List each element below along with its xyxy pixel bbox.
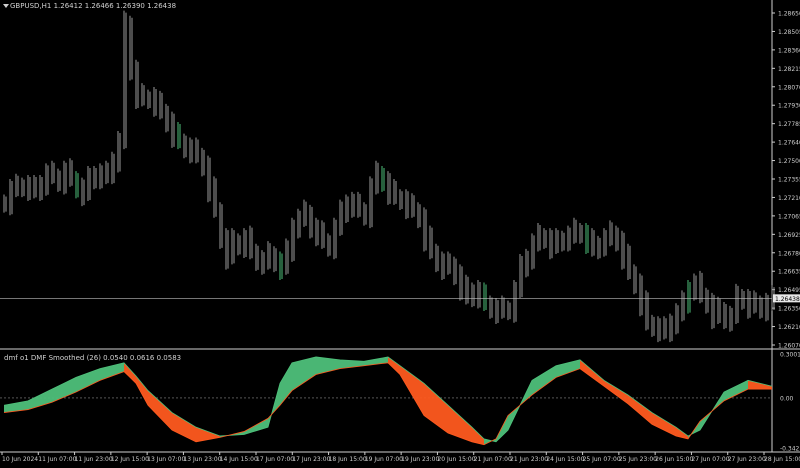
indicator-band bbox=[76, 368, 100, 393]
y-tick-label: 1.28505 bbox=[778, 29, 800, 36]
x-tick-label: 21 Jun 07:00 bbox=[474, 456, 512, 463]
chart-menu-icon[interactable] bbox=[3, 4, 9, 8]
x-tick-label: 27 Jun 07:00 bbox=[691, 456, 729, 463]
current-price-label: 1.26438 bbox=[775, 296, 800, 303]
x-tick-label: 27 Jun 23:00 bbox=[728, 456, 766, 463]
y-tick-label: 1.28360 bbox=[778, 47, 800, 54]
indicator-band bbox=[136, 375, 148, 406]
indicator-band bbox=[148, 390, 172, 431]
y-tick-label: 1.26350 bbox=[778, 306, 800, 313]
indicator-band bbox=[748, 380, 772, 390]
x-tick-label: 26 Jun 15:00 bbox=[655, 456, 693, 463]
indicator-lower-line bbox=[3, 362, 772, 446]
x-tick-label: 13 Jun 07:00 bbox=[147, 456, 185, 463]
indicator-band bbox=[52, 377, 76, 403]
chart-root: 1.28650 1.28505 1.28360 1.28215 1.28070 1.279… bbox=[0, 0, 800, 464]
y-tick-label: 1.27355 bbox=[778, 177, 800, 184]
x-tick-label: 12 Jun 15:00 bbox=[111, 456, 149, 463]
y-tick-label: 1.26925 bbox=[778, 232, 800, 239]
y-tick-label: 1.26780 bbox=[778, 250, 800, 257]
x-tick-label: 25 Jun 23:00 bbox=[619, 456, 657, 463]
x-tick-label: 18 Jun 15:00 bbox=[329, 456, 367, 463]
indicator-band bbox=[424, 383, 448, 434]
y-tick-label: 1.27065 bbox=[778, 213, 800, 220]
y-tick-label: 1.28650 bbox=[778, 11, 800, 18]
x-tick-label: 20 Jun 15:00 bbox=[437, 456, 475, 463]
x-tick-label: 25 Jun 07:00 bbox=[583, 456, 621, 463]
x-tick-label: 13 Jun 23:00 bbox=[183, 456, 221, 463]
indicator-band bbox=[172, 412, 196, 442]
x-tick-label: 11 Jun 23:00 bbox=[75, 456, 113, 463]
indicator-band bbox=[604, 380, 628, 404]
y-tick-label: 1.26495 bbox=[778, 287, 800, 294]
x-tick-label: 19 Jun 07:00 bbox=[365, 456, 403, 463]
indicator-band bbox=[280, 362, 292, 406]
x-tick-label: 24 Jun 15:00 bbox=[546, 456, 584, 463]
y-tick-label: 1.27640 bbox=[778, 140, 800, 147]
indicator-tick-label: -0.3423 bbox=[780, 446, 800, 453]
y-tick-label: 1.28070 bbox=[778, 84, 800, 91]
indicator-band bbox=[652, 412, 676, 436]
y-tick-label: 1.26635 bbox=[778, 269, 800, 276]
indicator-tick-label: 0.3001 bbox=[780, 352, 800, 359]
x-tick-label: 10 Jun 2024 bbox=[2, 456, 38, 463]
indicator-title: dmf o1 DMF Smoothed (26) 0.0540 0.0616 0… bbox=[4, 354, 182, 362]
indicator-band bbox=[400, 365, 424, 416]
x-tick-label: 11 Jun 07:00 bbox=[38, 456, 76, 463]
y-tick-label: 1.27930 bbox=[778, 103, 800, 110]
y-tick-label: 1.27785 bbox=[778, 121, 800, 128]
y-tick-label: 1.26070 bbox=[778, 343, 800, 350]
indicator-band bbox=[388, 356, 400, 375]
chart-title: GBPUSD,H1 1.26412 1.26466 1.26390 1.2643… bbox=[10, 2, 177, 10]
x-tick-label: 21 Jun 23:00 bbox=[510, 456, 548, 463]
y-tick-label: 1.27500 bbox=[778, 158, 800, 165]
x-tick-label: 19 Jun 23:00 bbox=[401, 456, 439, 463]
x-tick-label: 17 Jun 23:00 bbox=[292, 456, 330, 463]
y-tick-label: 1.26210 bbox=[778, 324, 800, 331]
indicator-band bbox=[580, 359, 604, 387]
x-tick-label: 17 Jun 07:00 bbox=[256, 456, 294, 463]
indicator-tick-label: 0.00 bbox=[780, 395, 794, 402]
y-tick-label: 1.27210 bbox=[778, 195, 800, 202]
y-tick-label: 1.28215 bbox=[778, 66, 800, 73]
price-chart[interactable]: 1.28650 1.28505 1.28360 1.28215 1.28070 1.279… bbox=[0, 0, 800, 464]
x-tick-label: 28 Jun 15:00 bbox=[764, 456, 800, 463]
x-tick-label: 14 Jun 15:00 bbox=[220, 456, 258, 463]
